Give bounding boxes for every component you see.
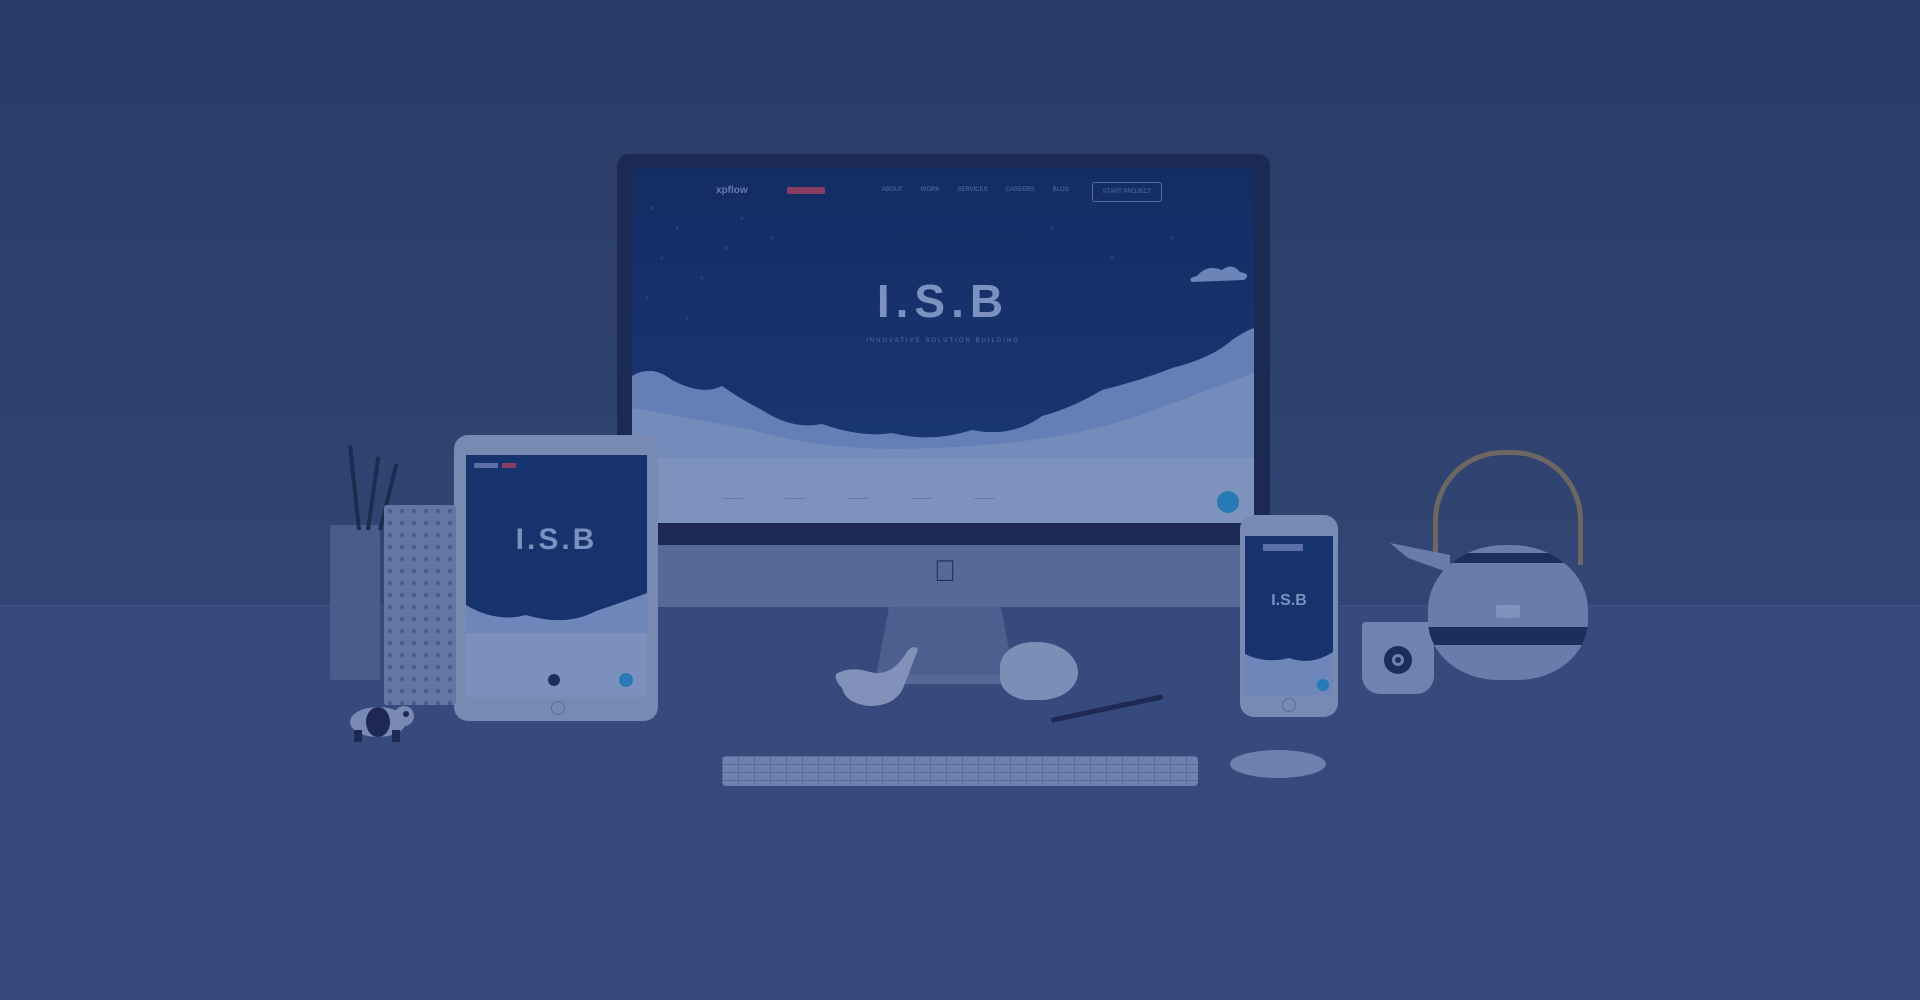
teapot-band	[1428, 627, 1588, 645]
teapot	[1428, 545, 1588, 680]
client-logo: ———	[974, 495, 995, 502]
tea-cup	[1362, 622, 1434, 694]
site-logo[interactable]: xpflow	[716, 185, 748, 196]
iphone-screen: I.S.B	[1245, 536, 1333, 695]
teapot-label	[1496, 605, 1520, 618]
iphone-hero-art	[1245, 536, 1333, 695]
imac-screen: xpflow ABOUT WORK SERVICES CAREERS BLOG …	[632, 168, 1254, 523]
nav-item-about[interactable]: ABOUT	[882, 187, 903, 193]
crumpled-paper	[1000, 642, 1078, 700]
magic-mouse	[1230, 750, 1326, 778]
ipad-hero-art	[466, 455, 647, 697]
pen-holder	[330, 525, 380, 680]
client-logos-row: ——— ——— ——— ——— ———	[722, 495, 995, 502]
teapot-lid	[1448, 553, 1568, 563]
site-badge	[787, 187, 825, 194]
perforated-cup	[384, 505, 456, 705]
apple-logo-icon: 	[930, 555, 960, 589]
device-mockup-scene:  xpflow ABOUT WORK	[0, 0, 1920, 1000]
flower-pattern-icon	[1384, 646, 1412, 674]
keyboard	[722, 756, 1198, 786]
chat-bubble-icon[interactable]	[1217, 491, 1239, 513]
pen	[348, 445, 361, 531]
client-logo: ———	[848, 495, 869, 502]
start-project-button[interactable]: START PROJECT	[1092, 182, 1162, 202]
iphone-home-button[interactable]	[1282, 698, 1296, 712]
nav-item-services[interactable]: SERVICES	[957, 187, 987, 193]
client-logo: ———	[911, 495, 932, 502]
client-logo: ———	[722, 495, 743, 502]
nav-item-blog[interactable]: BLOG	[1053, 187, 1070, 193]
site-nav: ABOUT WORK SERVICES CAREERS BLOG	[882, 187, 1069, 193]
hero-subtitle: INNOVATIVE SOLUTION BUILDING	[866, 338, 1020, 344]
pen	[366, 456, 381, 531]
ipad-hero-title: I.S.B	[515, 523, 598, 556]
ipad-home-button[interactable]	[551, 701, 565, 715]
bird-figurine	[835, 647, 918, 706]
client-logo: ———	[785, 495, 806, 502]
nav-item-careers[interactable]: CAREERS	[1006, 187, 1035, 193]
panda-figurine	[350, 706, 414, 742]
nav-item-work[interactable]: WORK	[921, 187, 940, 193]
iphone-hero-title: I.S.B	[1271, 592, 1307, 609]
hero-title: I.S.B	[876, 275, 1010, 327]
hero-background-art	[632, 168, 1254, 523]
ipad-screen: I.S.B	[466, 455, 647, 697]
